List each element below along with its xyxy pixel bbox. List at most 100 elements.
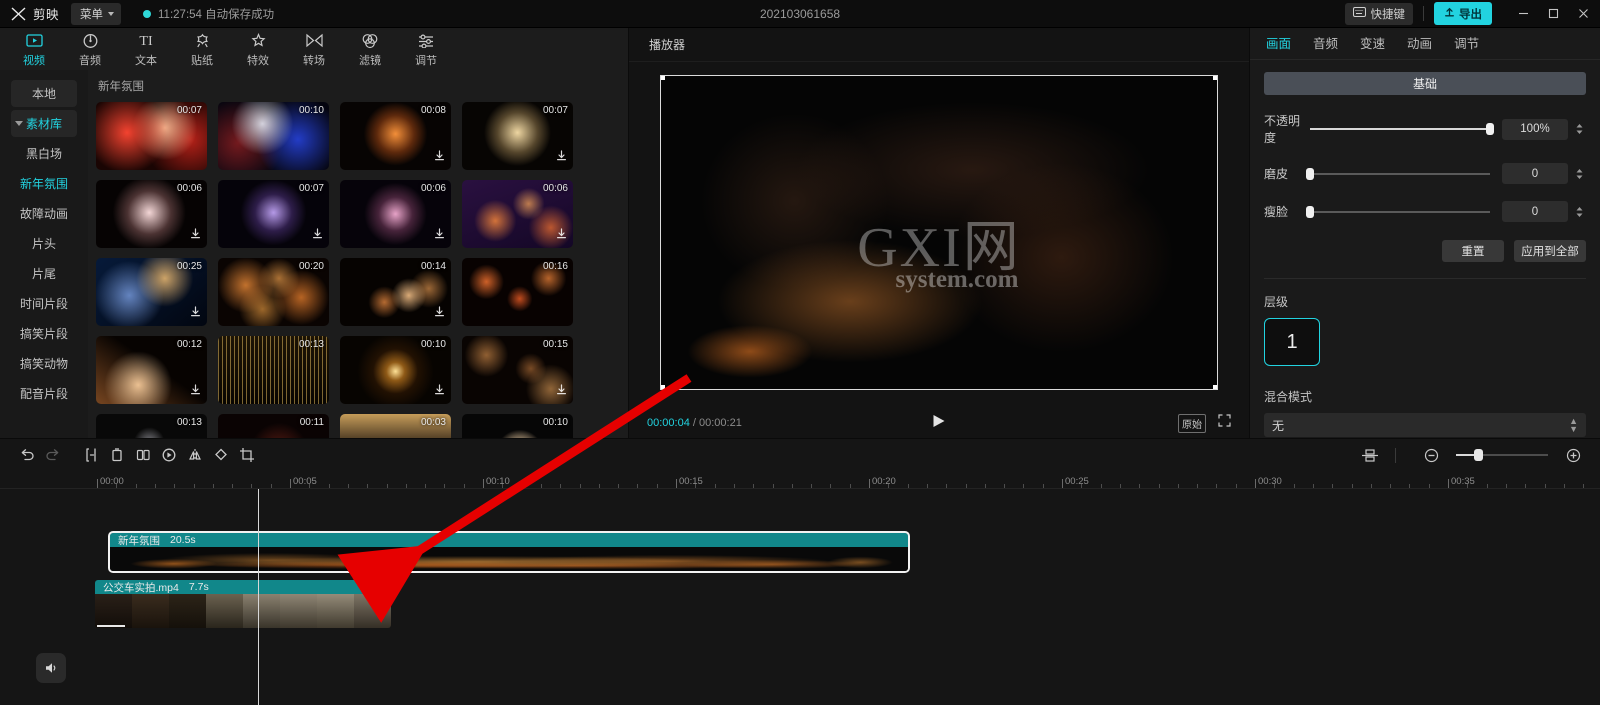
media-item-5[interactable]: 00:07 — [218, 180, 329, 248]
download-icon[interactable] — [190, 382, 201, 400]
media-item-3[interactable]: 00:07 — [462, 102, 573, 170]
fullscreen-icon[interactable] — [1218, 414, 1231, 432]
basic-section-button[interactable]: 基础 — [1264, 72, 1586, 95]
media-item-17[interactable]: 00:11 — [218, 414, 329, 438]
download-icon[interactable] — [556, 226, 567, 244]
media-item-15[interactable]: 00:15 — [462, 336, 573, 404]
library-tab-3[interactable]: 贴纸 — [174, 30, 230, 68]
library-tab-7[interactable]: 调节 — [398, 30, 454, 68]
property-tab-3[interactable]: 动画 — [1407, 33, 1432, 54]
slider-knob[interactable] — [1306, 206, 1314, 218]
library-tab-5[interactable]: 转场 — [286, 30, 342, 68]
video-canvas[interactable]: GXI网 system.com — [660, 75, 1218, 390]
stepper-icon[interactable] — [1572, 206, 1586, 218]
download-icon[interactable] — [434, 226, 445, 244]
sidebar-item-0[interactable]: 本地 — [11, 80, 77, 107]
delete-icon[interactable] — [104, 442, 130, 468]
sidebar-item-3[interactable]: 新年氛围 — [11, 170, 77, 197]
menu-button[interactable]: 菜单 — [71, 3, 121, 25]
record-icon[interactable] — [156, 442, 182, 468]
zoom-slider[interactable] — [1456, 454, 1548, 456]
download-icon[interactable] — [190, 226, 201, 244]
slider-track[interactable] — [1310, 128, 1490, 130]
timeline-clip-bus[interactable]: 公交车实拍.mp4 7.7s — [95, 580, 391, 628]
library-tab-0[interactable]: 视频 — [6, 30, 62, 68]
media-item-7[interactable]: 00:06 — [462, 180, 573, 248]
property-tab-0[interactable]: 画面 — [1266, 33, 1291, 54]
split-icon[interactable] — [78, 442, 104, 468]
sidebar-item-1[interactable]: 素材库 — [11, 110, 77, 137]
download-icon[interactable] — [434, 148, 445, 166]
media-item-18[interactable]: 00:03 — [340, 414, 451, 438]
media-item-6[interactable]: 00:06 — [340, 180, 451, 248]
resize-handle-br[interactable] — [1213, 385, 1218, 390]
shortcuts-button[interactable]: 快捷键 — [1345, 3, 1414, 25]
library-tab-1[interactable]: 音频 — [62, 30, 118, 68]
undo-icon[interactable] — [14, 442, 40, 468]
crop-icon[interactable] — [234, 442, 260, 468]
media-item-8[interactable]: 00:25 — [96, 258, 207, 326]
track-volume-button[interactable] — [36, 653, 66, 683]
zoom-out-icon[interactable] — [1418, 442, 1444, 468]
close-button[interactable] — [1568, 0, 1598, 28]
blend-mode-select[interactable]: 无 ▲▼ — [1264, 413, 1586, 437]
stepper-icon[interactable] — [1572, 168, 1586, 180]
zoom-slider-knob[interactable] — [1474, 449, 1483, 461]
timeline-playhead[interactable] — [258, 489, 259, 705]
sidebar-item-2[interactable]: 黑白场 — [11, 140, 77, 167]
sidebar-item-6[interactable]: 片尾 — [11, 260, 77, 287]
media-item-11[interactable]: 00:16 — [462, 258, 573, 326]
slider-track[interactable] — [1310, 173, 1490, 175]
slider-value[interactable]: 100% — [1502, 119, 1568, 140]
media-item-12[interactable]: 00:12 — [96, 336, 207, 404]
media-item-19[interactable]: 00:10 — [462, 414, 573, 438]
download-icon[interactable] — [190, 304, 201, 322]
media-item-2[interactable]: 00:08 — [340, 102, 451, 170]
media-item-16[interactable]: 00:13 — [96, 414, 207, 438]
download-icon[interactable] — [556, 148, 567, 166]
media-item-0[interactable]: 00:07 — [96, 102, 207, 170]
slider-track[interactable] — [1310, 211, 1490, 213]
export-button[interactable]: 导出 — [1434, 2, 1492, 25]
sidebar-item-9[interactable]: 搞笑动物 — [11, 350, 77, 377]
resize-handle-tl[interactable] — [660, 75, 665, 80]
mirror-icon[interactable] — [182, 442, 208, 468]
rotate-icon[interactable] — [208, 442, 234, 468]
duplicate-icon[interactable] — [130, 442, 156, 468]
sidebar-item-10[interactable]: 配音片段 — [11, 380, 77, 407]
download-icon[interactable] — [312, 226, 323, 244]
slider-value[interactable]: 0 — [1502, 201, 1568, 222]
library-tab-2[interactable]: TI文本 — [118, 30, 174, 68]
sidebar-item-7[interactable]: 时间片段 — [11, 290, 77, 317]
sidebar-item-8[interactable]: 搞笑片段 — [11, 320, 77, 347]
download-icon[interactable] — [556, 382, 567, 400]
slider-knob[interactable] — [1306, 168, 1314, 180]
resize-handle-tr[interactable] — [1213, 75, 1218, 80]
media-item-10[interactable]: 00:14 — [340, 258, 451, 326]
download-icon[interactable] — [434, 304, 445, 322]
sidebar-item-5[interactable]: 片头 — [11, 230, 77, 257]
media-item-14[interactable]: 00:10 — [340, 336, 451, 404]
play-button[interactable] — [933, 414, 946, 433]
timeline-clip-video[interactable]: 新年氛围 20.5s — [110, 533, 908, 571]
timeline-ruler[interactable]: 00:0000:0500:1000:1500:2000:2500:3000:35 — [0, 471, 1600, 489]
layer-value-box[interactable]: 1 — [1264, 318, 1320, 366]
fit-to-window-icon[interactable] — [1357, 442, 1383, 468]
reset-button[interactable]: 重置 — [1442, 240, 1504, 262]
property-tab-2[interactable]: 变速 — [1360, 33, 1385, 54]
quality-button[interactable]: 原始 — [1178, 414, 1206, 433]
media-item-4[interactable]: 00:06 — [96, 180, 207, 248]
property-tab-1[interactable]: 音频 — [1313, 33, 1338, 54]
resize-handle-bl[interactable] — [660, 385, 665, 390]
minimize-button[interactable] — [1508, 0, 1538, 28]
apply-all-button[interactable]: 应用到全部 — [1514, 240, 1586, 262]
library-tab-6[interactable]: 滤镜 — [342, 30, 398, 68]
slider-knob[interactable] — [1486, 123, 1494, 135]
media-item-1[interactable]: 00:10 — [218, 102, 329, 170]
media-item-13[interactable]: 00:13 — [218, 336, 329, 404]
maximize-button[interactable] — [1538, 0, 1568, 28]
sidebar-item-4[interactable]: 故障动画 — [11, 200, 77, 227]
slider-value[interactable]: 0 — [1502, 163, 1568, 184]
zoom-in-icon[interactable] — [1560, 442, 1586, 468]
property-tab-4[interactable]: 调节 — [1454, 33, 1479, 54]
